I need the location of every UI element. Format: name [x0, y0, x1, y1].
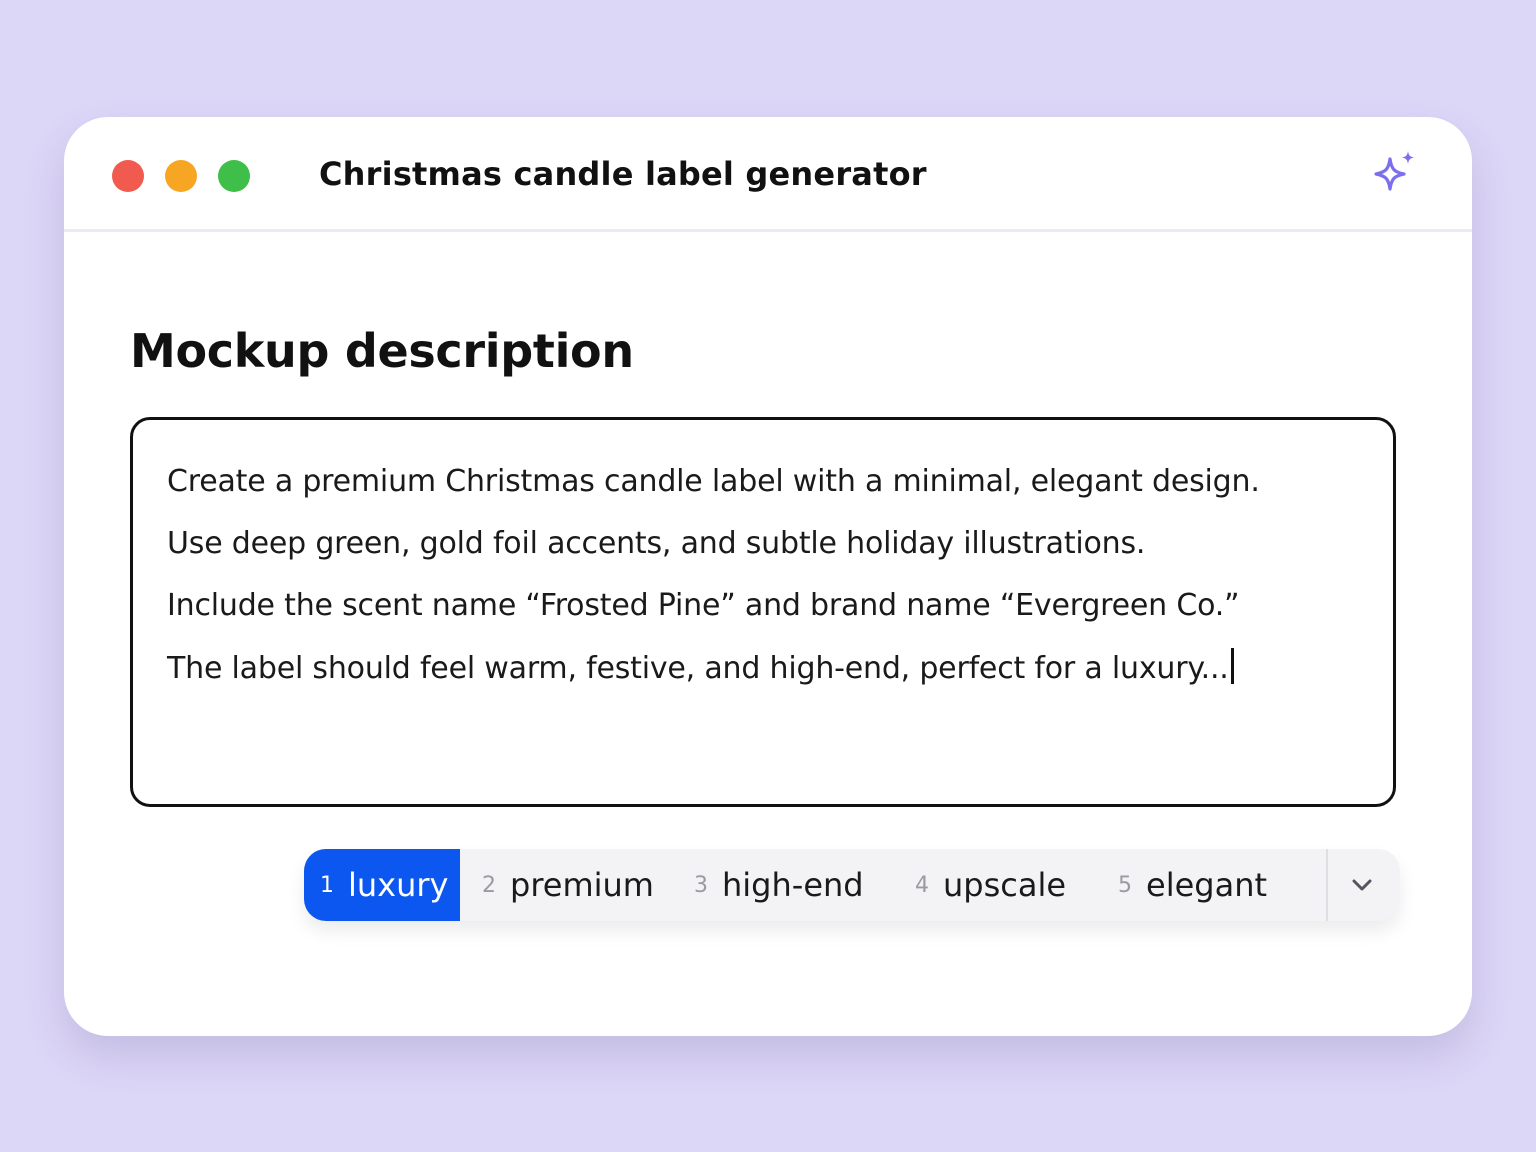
- suggestion-number: 2: [482, 872, 496, 898]
- section-heading: Mockup description: [130, 324, 634, 378]
- suggestion-number: 4: [915, 872, 929, 898]
- suggestion-bar: 1 luxury 2 premium 3 high-end 4 upscale …: [304, 849, 1400, 921]
- chevron-down-icon[interactable]: [1348, 871, 1376, 899]
- description-line: Create a premium Christmas candle label …: [167, 464, 1260, 499]
- sparkle-icon[interactable]: [1368, 147, 1424, 203]
- close-window-button[interactable]: [112, 160, 144, 192]
- suggestion-number: 3: [694, 872, 708, 898]
- suggestion-chip-high-end[interactable]: 3 high-end: [694, 849, 864, 921]
- suggestion-word: premium: [510, 866, 654, 904]
- suggestion-chip-premium[interactable]: 2 premium: [482, 849, 654, 921]
- suggestion-word: high-end: [722, 866, 864, 904]
- maximize-window-button[interactable]: [218, 160, 250, 192]
- suggestion-chip-elegant[interactable]: 5 elegant: [1118, 849, 1267, 921]
- description-line-text: The label should feel warm, festive, and…: [167, 651, 1229, 686]
- minimize-window-button[interactable]: [165, 160, 197, 192]
- text-caret: [1230, 648, 1234, 684]
- suggestion-number: 5: [1118, 872, 1132, 898]
- suggestion-divider: [1326, 849, 1328, 921]
- description-line: Use deep green, gold foil accents, and s…: [167, 526, 1146, 561]
- description-textarea[interactable]: Create a premium Christmas candle label …: [130, 417, 1396, 807]
- window-title: Christmas candle label generator: [319, 155, 927, 193]
- suggestion-number: 1: [320, 872, 334, 898]
- description-line-last: The label should feel warm, festive, and…: [167, 648, 1234, 686]
- suggestion-chip-luxury[interactable]: 1 luxury: [304, 849, 460, 921]
- title-bar: Christmas candle label generator: [64, 117, 1472, 232]
- suggestion-word: upscale: [943, 866, 1067, 904]
- description-line: Include the scent name “Frosted Pine” an…: [167, 588, 1240, 623]
- suggestion-word: luxury: [348, 866, 449, 904]
- suggestion-chip-upscale[interactable]: 4 upscale: [915, 849, 1066, 921]
- suggestion-word: elegant: [1146, 866, 1268, 904]
- app-window: Christmas candle label generator Mockup …: [64, 117, 1472, 1036]
